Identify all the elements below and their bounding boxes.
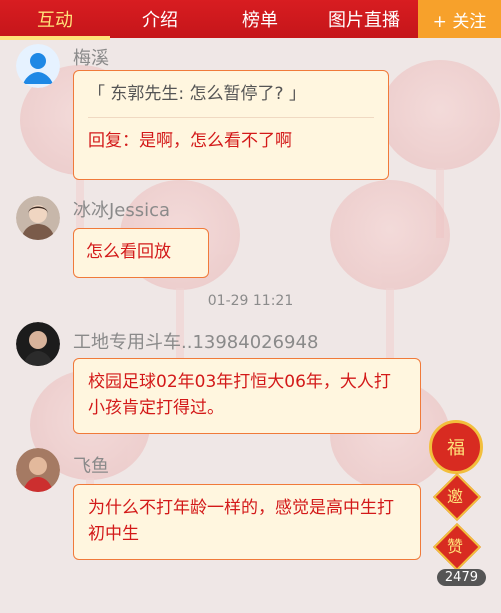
tab-ranking[interactable]: 榜单 <box>210 0 310 38</box>
tab-label: 互动 <box>37 10 73 31</box>
message-bubble[interactable]: 校园足球02年03年打恒大06年，大人打小孩肯定打得过。 <box>73 358 421 434</box>
message-text: 为什么不打年龄一样的，感觉是高中生打初中生 <box>88 498 394 544</box>
username: 冰冰Jessica <box>73 200 171 221</box>
avatar[interactable] <box>16 448 60 492</box>
avatar[interactable] <box>16 196 60 240</box>
follow-label: + 关注 <box>432 11 487 32</box>
username: 梅溪 <box>73 48 109 69</box>
invite-label: 邀 <box>446 487 463 506</box>
message-bubble[interactable]: 为什么不打年龄一样的，感觉是高中生打初中生 <box>73 484 421 560</box>
timestamp: 01-29 11:21 <box>207 293 294 309</box>
tab-label: 榜单 <box>242 10 278 31</box>
avatar[interactable] <box>16 322 60 366</box>
tab-photo-live[interactable]: 图片直播 <box>310 0 418 38</box>
chat-message: 梅溪 「 东郭先生: 怎么暂停了? 」 回复：是啊，怎么看不了啊 <box>16 44 486 184</box>
tab-intro[interactable]: 介绍 <box>110 0 210 38</box>
viewer-count-badge: 2479 <box>436 569 486 586</box>
message-bubble[interactable]: 「 东郭先生: 怎么暂停了? 」 回复：是啊，怎么看不了啊 <box>73 70 389 180</box>
tab-interact[interactable]: 互动 <box>0 0 110 38</box>
active-tab-indicator <box>0 36 110 40</box>
message-text: 回复：是啊，怎么看不了啊 <box>88 131 292 151</box>
chat-message: 冰冰Jessica 怎么看回放 <box>16 196 486 282</box>
message-text: 校园足球02年03年打恒大06年，大人打小孩肯定打得过。 <box>88 372 391 418</box>
message-bubble[interactable]: 怎么看回放 <box>73 228 209 278</box>
invite-icon[interactable]: 邀 <box>432 472 482 522</box>
default-avatar-icon <box>16 44 60 88</box>
tab-bar: 互动 介绍 榜单 图片直播 + 关注 <box>0 0 501 40</box>
username: 工地专用斗车..13984026948 <box>73 332 319 353</box>
user-photo-icon <box>16 196 60 240</box>
fu-label: 福 <box>447 438 465 459</box>
message-text: 怎么看回放 <box>86 242 171 262</box>
divider <box>88 117 374 118</box>
avatar[interactable] <box>16 44 60 88</box>
tab-label: 介绍 <box>142 10 178 31</box>
user-photo-icon <box>16 322 60 366</box>
follow-button[interactable]: + 关注 <box>418 0 501 38</box>
fu-badge-icon[interactable]: 福 <box>429 420 483 474</box>
festive-side-decor: 福 邀 赞 <box>413 400 493 580</box>
user-photo-icon <box>16 448 60 492</box>
quoted-message: 「 东郭先生: 怎么暂停了? 」 <box>88 84 306 104</box>
tab-label: 图片直播 <box>328 10 400 31</box>
like-icon[interactable]: 赞 <box>432 522 482 572</box>
like-label: 赞 <box>446 537 463 556</box>
username: 飞鱼 <box>73 456 109 477</box>
